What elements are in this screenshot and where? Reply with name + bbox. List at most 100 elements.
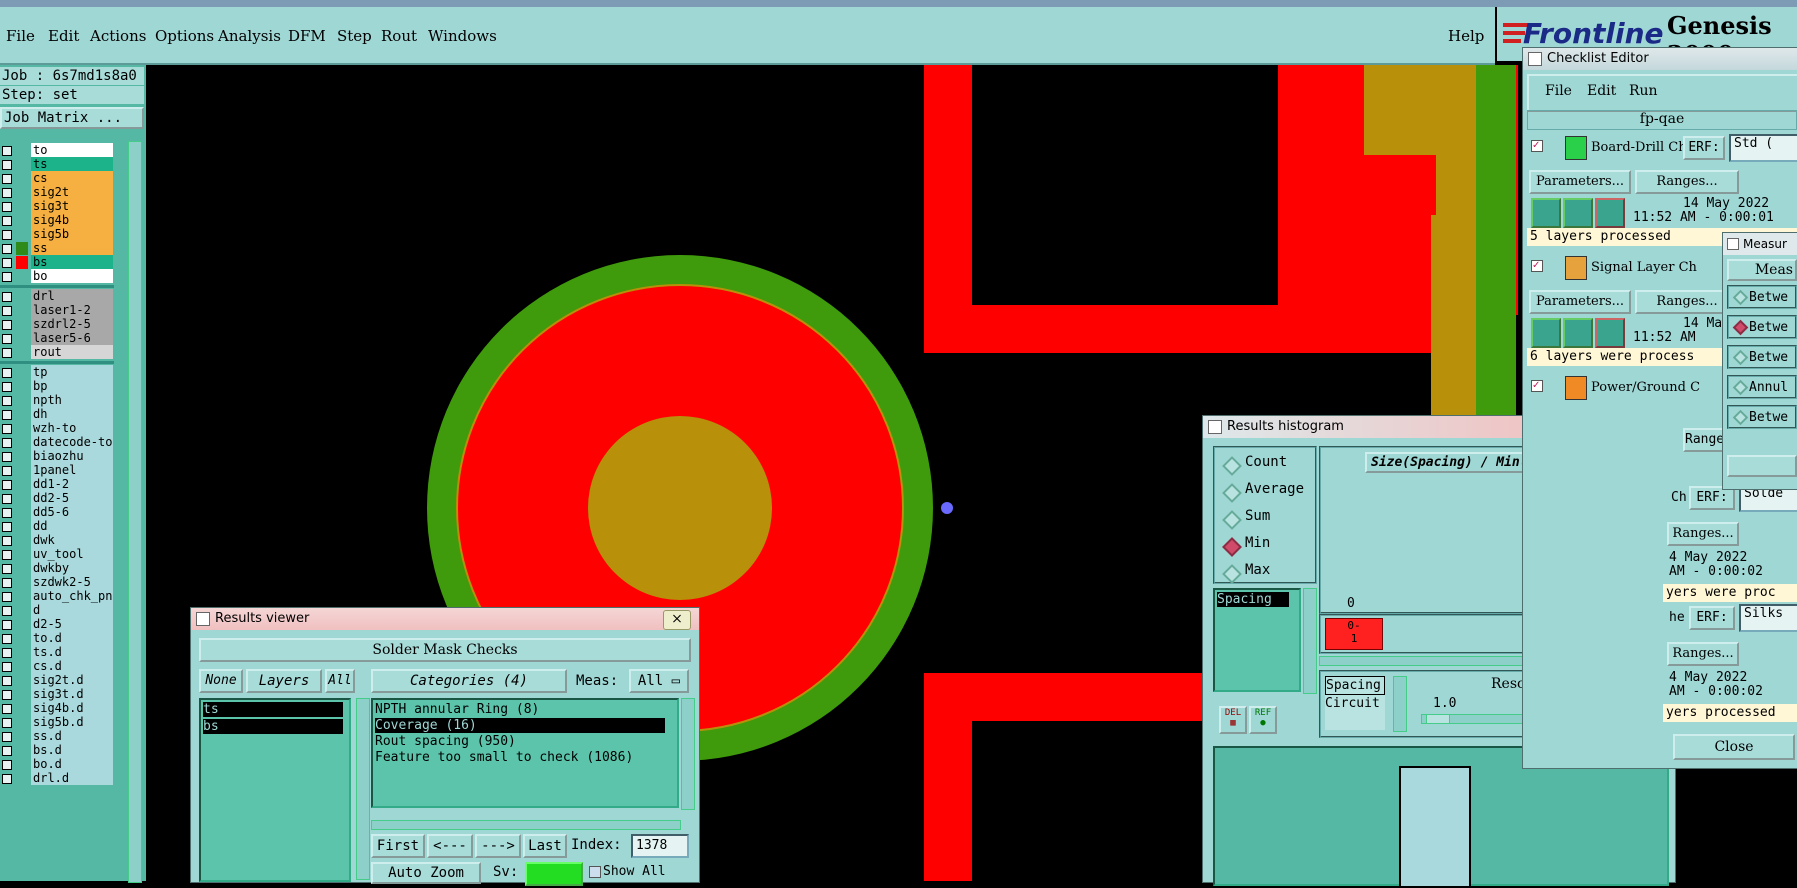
layer-checkbox[interactable]	[2, 396, 12, 406]
sv-toggle[interactable]	[525, 862, 583, 886]
layer-color-swatch[interactable]	[16, 256, 28, 269]
layer-checkbox[interactable]	[2, 160, 12, 170]
list-item[interactable]: Circuit	[1325, 695, 1385, 712]
layer-row[interactable]: bs	[0, 255, 114, 270]
layer-checkbox[interactable]	[2, 564, 12, 574]
layer-name[interactable]: laser5-6	[31, 331, 113, 345]
layer-list-scrollbar[interactable]	[128, 141, 142, 883]
layer-checkbox[interactable]	[2, 676, 12, 686]
layer-checkbox[interactable]	[2, 746, 12, 756]
list-item[interactable]: Spacing	[1217, 592, 1289, 607]
layer-name[interactable]: sig3t	[31, 199, 113, 213]
stop-icon[interactable]	[1595, 198, 1625, 228]
layer-name[interactable]: ts.d	[31, 645, 113, 659]
result-marker[interactable]	[941, 502, 953, 514]
job-matrix-button[interactable]: Job Matrix ...	[0, 107, 144, 129]
layer-name[interactable]: ts	[31, 157, 113, 171]
layer-checkbox[interactable]	[2, 174, 12, 184]
layer-checkbox[interactable]	[2, 480, 12, 490]
layer-checkbox[interactable]	[2, 466, 12, 476]
layer-checkbox[interactable]	[2, 272, 12, 282]
layer-name[interactable]: d2-5	[31, 617, 113, 631]
layer-name[interactable]: to.d	[31, 631, 113, 645]
layer-name[interactable]: tp	[31, 365, 113, 379]
layer-row[interactable]: uv_tool	[0, 547, 114, 562]
layer-name[interactable]: sig2t	[31, 185, 113, 199]
checklist-menu-run[interactable]: Run	[1629, 83, 1658, 99]
layer-row[interactable]: bp	[0, 379, 114, 394]
layer-name[interactable]: bs	[31, 255, 113, 269]
layer-row[interactable]: sig4b	[0, 213, 114, 228]
radio-count[interactable]	[1222, 456, 1242, 476]
layer-row[interactable]: to.d	[0, 631, 114, 646]
layer-row[interactable]: laser1-2	[0, 303, 114, 318]
measure-option[interactable]: Annul	[1727, 375, 1797, 399]
run-icon[interactable]	[1531, 318, 1561, 348]
layer-row[interactable]: sig3t	[0, 199, 114, 214]
layer-checkbox[interactable]	[2, 536, 12, 546]
layer-checkbox[interactable]	[2, 606, 12, 616]
layer-row[interactable]: sig2t.d	[0, 673, 114, 688]
layer-checkbox[interactable]	[2, 732, 12, 742]
layer-row[interactable]: biaozhu	[0, 449, 114, 464]
layer-checkbox[interactable]	[2, 522, 12, 532]
list-item[interactable]: Feature too small to check (1086)	[375, 750, 665, 765]
layer-row[interactable]: laser5-6	[0, 331, 114, 346]
layer-row[interactable]: npth	[0, 393, 114, 408]
layer-row[interactable]: dh	[0, 407, 114, 422]
layer-row[interactable]: sig5b.d	[0, 715, 114, 730]
layer-name[interactable]: cs	[31, 171, 113, 185]
layer-name[interactable]: dd	[31, 519, 113, 533]
layer-checkbox[interactable]	[2, 494, 12, 504]
menu-windows[interactable]: Windows	[428, 27, 497, 45]
layer-name[interactable]: dd2-5	[31, 491, 113, 505]
measure-option[interactable]: Betwe	[1727, 285, 1797, 309]
measure-radio[interactable]	[1732, 289, 1749, 306]
layer-checkbox[interactable]	[2, 452, 12, 462]
checklist-item-checkbox[interactable]: ✓	[1531, 380, 1543, 392]
layer-checkbox[interactable]	[2, 424, 12, 434]
layer-row[interactable]: sig4b.d	[0, 701, 114, 716]
measure-option[interactable]: Betwe	[1727, 345, 1797, 369]
histogram-category-list[interactable]: Spacing	[1213, 588, 1301, 692]
erf-button[interactable]: ERF:	[1683, 136, 1725, 160]
radio-average[interactable]	[1222, 483, 1242, 503]
menu-step[interactable]: Step	[337, 27, 372, 45]
layer-checkbox[interactable]	[2, 188, 12, 198]
layer-name[interactable]: sig5b.d	[31, 715, 113, 729]
layer-checkbox[interactable]	[2, 508, 12, 518]
layer-name[interactable]: laser1-2	[31, 303, 113, 317]
index-field[interactable]: 1378	[631, 834, 689, 858]
layer-checkbox[interactable]	[2, 348, 12, 358]
layer-row[interactable]: drl.d	[0, 771, 114, 786]
layer-name[interactable]: dh	[31, 407, 113, 421]
last-button[interactable]: Last	[523, 834, 567, 858]
layer-color-swatch[interactable]	[16, 242, 28, 255]
list-item[interactable]: ts	[203, 702, 343, 717]
meas-dropdown[interactable]: All ▭	[629, 669, 689, 693]
layer-name[interactable]: 1panel	[31, 463, 113, 477]
erf-value[interactable]: Silks	[1739, 604, 1797, 632]
menu-dfm[interactable]: DFM	[288, 27, 326, 45]
ref-button[interactable]: REF ●	[1249, 706, 1277, 734]
measure-radio[interactable]	[1732, 349, 1749, 366]
layer-row[interactable]: tp	[0, 365, 114, 380]
layer-name[interactable]: npth	[31, 393, 113, 407]
histogram-list-scrollbar[interactable]	[1303, 588, 1317, 694]
layer-row[interactable]: dwkby	[0, 561, 114, 576]
run-icon[interactable]	[1563, 318, 1593, 348]
layer-checkbox[interactable]	[2, 202, 12, 212]
close-button[interactable]: Close	[1673, 734, 1795, 760]
layer-name[interactable]: d	[31, 603, 113, 617]
menu-options[interactable]: Options	[155, 27, 214, 45]
layer-row[interactable]: sig3t.d	[0, 687, 114, 702]
layer-name[interactable]: dwk	[31, 533, 113, 547]
menu-actions[interactable]: Actions	[90, 27, 146, 45]
menu-edit[interactable]: Edit	[48, 27, 79, 45]
layer-row[interactable]: sig2t	[0, 185, 114, 200]
layer-row[interactable]: ss	[0, 241, 114, 256]
list-item[interactable]: Rout spacing (950)	[375, 734, 665, 749]
layer-row[interactable]: bo	[0, 269, 114, 284]
layer-name[interactable]: bs.d	[31, 743, 113, 757]
layer-checkbox[interactable]	[2, 306, 12, 316]
